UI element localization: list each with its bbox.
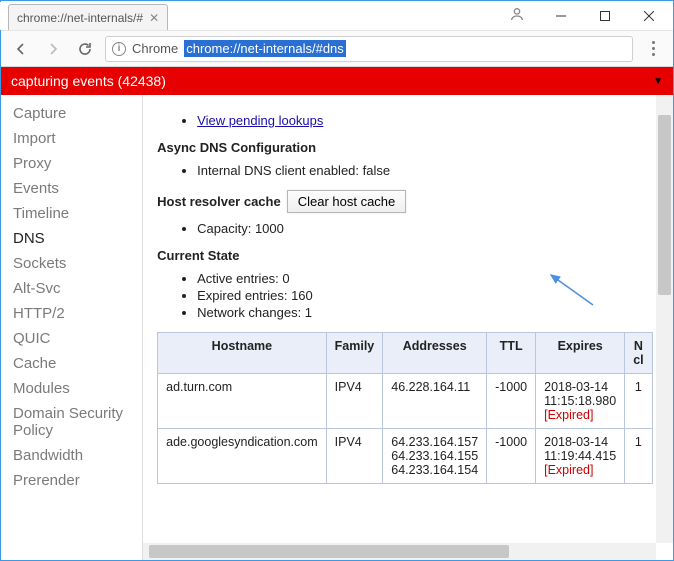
browser-menu-button[interactable] bbox=[641, 37, 665, 61]
reload-button[interactable] bbox=[73, 37, 97, 61]
sidebar-item-alt-svc[interactable]: Alt-Svc bbox=[1, 276, 142, 301]
url-text: chrome://net-internals/#dns bbox=[184, 40, 346, 57]
dns-cache-table: HostnameFamilyAddressesTTLExpiresN cl ad… bbox=[157, 332, 652, 484]
sidebar-item-dns[interactable]: DNS bbox=[1, 226, 142, 251]
sidebar-item-http-2[interactable]: HTTP/2 bbox=[1, 301, 142, 326]
table-header: Addresses bbox=[383, 333, 487, 374]
capacity-item: Capacity: 1000 bbox=[197, 221, 642, 236]
browser-toolbar: i Chrome chrome://net-internals/#dns bbox=[1, 31, 673, 67]
maximize-button[interactable] bbox=[583, 2, 627, 30]
pending-lookups-link[interactable]: View pending lookups bbox=[197, 113, 323, 128]
async-dns-heading: Async DNS Configuration bbox=[157, 140, 642, 155]
address-bar[interactable]: i Chrome chrome://net-internals/#dns bbox=[105, 36, 633, 62]
table-header: N cl bbox=[625, 333, 652, 374]
sidebar-item-cache[interactable]: Cache bbox=[1, 351, 142, 376]
sidebar-item-quic[interactable]: QUIC bbox=[1, 326, 142, 351]
main-panel: View pending lookups Async DNS Configura… bbox=[143, 95, 656, 484]
horizontal-scrollbar[interactable] bbox=[143, 543, 656, 560]
sidebar-item-proxy[interactable]: Proxy bbox=[1, 151, 142, 176]
scheme-label: Chrome bbox=[132, 41, 178, 56]
user-icon[interactable] bbox=[509, 6, 525, 25]
sidebar-item-events[interactable]: Events bbox=[1, 176, 142, 201]
dropdown-icon[interactable]: ▼ bbox=[653, 76, 663, 87]
async-dns-item: Internal DNS client enabled: false bbox=[197, 163, 642, 178]
tab-title: chrome://net-internals/# bbox=[17, 11, 143, 25]
sidebar-item-bandwidth[interactable]: Bandwidth bbox=[1, 443, 142, 468]
sidebar-item-sockets[interactable]: Sockets bbox=[1, 251, 142, 276]
capture-status-text: capturing events (42438) bbox=[11, 73, 166, 89]
sidebar-item-modules[interactable]: Modules bbox=[1, 376, 142, 401]
browser-tab[interactable]: chrome://net-internals/# ✕ bbox=[8, 4, 168, 30]
table-header: Family bbox=[326, 333, 383, 374]
vertical-scrollbar[interactable] bbox=[656, 95, 673, 543]
sidebar-item-import[interactable]: Import bbox=[1, 126, 142, 151]
current-state-heading: Current State bbox=[157, 248, 642, 263]
close-window-button[interactable] bbox=[627, 2, 671, 30]
sidebar-item-capture[interactable]: Capture bbox=[1, 101, 142, 126]
state-item: Expired entries: 160 bbox=[197, 288, 642, 303]
back-button[interactable] bbox=[9, 37, 33, 61]
table-header: Hostname bbox=[158, 333, 327, 374]
forward-button[interactable] bbox=[41, 37, 65, 61]
close-tab-icon[interactable]: ✕ bbox=[149, 11, 159, 25]
site-info-icon[interactable]: i bbox=[112, 42, 126, 56]
table-row: ad.turn.comIPV446.228.164.11-10002018-03… bbox=[158, 374, 652, 429]
state-item: Active entries: 0 bbox=[197, 271, 642, 286]
sidebar-item-prerender[interactable]: Prerender bbox=[1, 468, 142, 493]
sidebar-item-domain-security-policy[interactable]: Domain Security Policy bbox=[1, 401, 142, 443]
state-item: Network changes: 1 bbox=[197, 305, 642, 320]
minimize-button[interactable] bbox=[539, 2, 583, 30]
table-row: ade.googlesyndication.comIPV464.233.164.… bbox=[158, 429, 652, 484]
capture-status-bar[interactable]: capturing events (42438) ▼ bbox=[1, 67, 673, 95]
sidebar: CaptureImportProxyEventsTimelineDNSSocke… bbox=[1, 95, 143, 560]
table-header: TTL bbox=[487, 333, 536, 374]
sidebar-item-timeline[interactable]: Timeline bbox=[1, 201, 142, 226]
host-cache-label: Host resolver cache bbox=[157, 194, 281, 209]
table-header: Expires bbox=[536, 333, 625, 374]
clear-host-cache-button[interactable]: Clear host cache bbox=[287, 190, 407, 213]
